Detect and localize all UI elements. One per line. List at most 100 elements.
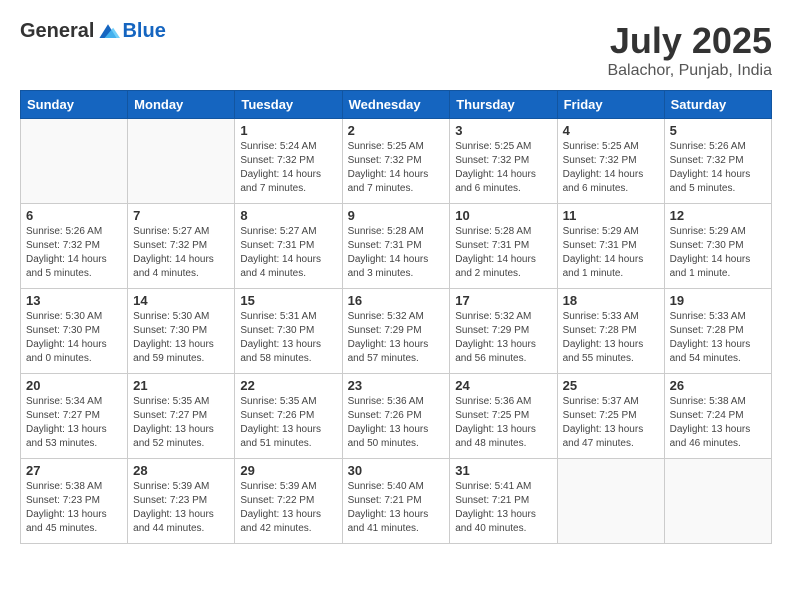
logo-icon (96, 22, 120, 42)
day-info: Sunrise: 5:30 AMSunset: 7:30 PMDaylight:… (133, 310, 229, 366)
day-info: Sunrise: 5:28 AMSunset: 7:31 PMDaylight:… (455, 225, 551, 281)
day-number: 4 (563, 123, 659, 138)
day-number: 30 (348, 463, 445, 478)
day-info: Sunrise: 5:32 AMSunset: 7:29 PMDaylight:… (455, 310, 551, 366)
day-info: Sunrise: 5:33 AMSunset: 7:28 PMDaylight:… (670, 310, 766, 366)
calendar-cell: 29Sunrise: 5:39 AMSunset: 7:22 PMDayligh… (235, 459, 342, 544)
calendar-cell: 13 Sunrise: 5:30 AMSunset: 7:30 PMDayligh… (21, 289, 128, 374)
day-number: 21 (133, 378, 229, 393)
day-info: Sunrise: 5:37 AMSunset: 7:25 PMDaylight:… (563, 395, 659, 451)
day-info: Sunrise: 5:26 AMSunset: 7:32 PMDaylight:… (26, 225, 122, 281)
calendar-cell: 5Sunrise: 5:26 AMSunset: 7:32 PMDaylight… (664, 119, 771, 204)
day-info: Sunrise: 5:36 AMSunset: 7:25 PMDaylight:… (455, 395, 551, 451)
calendar-cell: 20 Sunrise: 5:34 AMSunset: 7:27 PMDayligh… (21, 374, 128, 459)
calendar-cell: 12Sunrise: 5:29 AMSunset: 7:30 PMDayligh… (664, 204, 771, 289)
week-row-3: 13 Sunrise: 5:30 AMSunset: 7:30 PMDayligh… (21, 289, 772, 374)
calendar-cell: 26 Sunrise: 5:38 AMSunset: 7:24 PMDayligh… (664, 374, 771, 459)
calendar-cell (128, 119, 235, 204)
day-number: 19 (670, 293, 766, 308)
logo-text-blue: Blue (122, 20, 165, 43)
day-info: Sunrise: 5:35 AMSunset: 7:27 PMDaylight:… (133, 395, 229, 451)
calendar-cell (664, 459, 771, 544)
day-number: 6 (26, 208, 122, 223)
calendar-cell: 14 Sunrise: 5:30 AMSunset: 7:30 PMDayligh… (128, 289, 235, 374)
day-number: 22 (240, 378, 336, 393)
day-info: Sunrise: 5:29 AMSunset: 7:31 PMDaylight:… (563, 225, 659, 281)
calendar-cell: 11 Sunrise: 5:29 AMSunset: 7:31 PMDayligh… (557, 204, 664, 289)
day-number: 9 (348, 208, 445, 223)
day-number: 17 (455, 293, 551, 308)
day-info: Sunrise: 5:24 AMSunset: 7:32 PMDaylight:… (240, 140, 336, 196)
day-number: 25 (563, 378, 659, 393)
calendar-cell: 21 Sunrise: 5:35 AMSunset: 7:27 PMDayligh… (128, 374, 235, 459)
week-row-5: 27Sunrise: 5:38 AMSunset: 7:23 PMDayligh… (21, 459, 772, 544)
calendar-cell: 28Sunrise: 5:39 AMSunset: 7:23 PMDayligh… (128, 459, 235, 544)
calendar-cell: 24 Sunrise: 5:36 AMSunset: 7:25 PMDayligh… (450, 374, 557, 459)
page-header: General Blue July 2025 Balachor, Punjab,… (20, 20, 772, 80)
calendar-cell: 22Sunrise: 5:35 AMSunset: 7:26 PMDayligh… (235, 374, 342, 459)
day-info: Sunrise: 5:27 AMSunset: 7:32 PMDaylight:… (133, 225, 229, 281)
week-row-2: 6 Sunrise: 5:26 AMSunset: 7:32 PMDaylight… (21, 204, 772, 289)
day-number: 14 (133, 293, 229, 308)
day-number: 24 (455, 378, 551, 393)
calendar-cell: 15Sunrise: 5:31 AMSunset: 7:30 PMDayligh… (235, 289, 342, 374)
calendar-cell: 1 Sunrise: 5:24 AMSunset: 7:32 PMDaylight… (235, 119, 342, 204)
location-title: Balachor, Punjab, India (607, 62, 772, 80)
column-header-sunday: Sunday (21, 91, 128, 119)
calendar-cell: 18 Sunrise: 5:33 AMSunset: 7:28 PMDayligh… (557, 289, 664, 374)
day-number: 20 (26, 378, 122, 393)
logo-text-general: General (20, 20, 94, 43)
day-number: 28 (133, 463, 229, 478)
day-info: Sunrise: 5:40 AMSunset: 7:21 PMDaylight:… (348, 480, 445, 536)
calendar-cell: 23 Sunrise: 5:36 AMSunset: 7:26 PMDayligh… (342, 374, 450, 459)
day-info: Sunrise: 5:32 AMSunset: 7:29 PMDaylight:… (348, 310, 445, 366)
calendar-cell (557, 459, 664, 544)
day-info: Sunrise: 5:25 AMSunset: 7:32 PMDaylight:… (563, 140, 659, 196)
day-info: Sunrise: 5:27 AMSunset: 7:31 PMDaylight:… (240, 225, 336, 281)
day-number: 18 (563, 293, 659, 308)
calendar-cell: 6 Sunrise: 5:26 AMSunset: 7:32 PMDaylight… (21, 204, 128, 289)
day-info: Sunrise: 5:34 AMSunset: 7:27 PMDaylight:… (26, 395, 122, 451)
calendar-cell: 16 Sunrise: 5:32 AMSunset: 7:29 PMDayligh… (342, 289, 450, 374)
column-header-thursday: Thursday (450, 91, 557, 119)
calendar-cell: 9 Sunrise: 5:28 AMSunset: 7:31 PMDaylight… (342, 204, 450, 289)
column-header-monday: Monday (128, 91, 235, 119)
day-info: Sunrise: 5:38 AMSunset: 7:24 PMDaylight:… (670, 395, 766, 451)
day-info: Sunrise: 5:33 AMSunset: 7:28 PMDaylight:… (563, 310, 659, 366)
day-number: 26 (670, 378, 766, 393)
day-number: 3 (455, 123, 551, 138)
calendar-cell: 2 Sunrise: 5:25 AMSunset: 7:32 PMDaylight… (342, 119, 450, 204)
day-number: 13 (26, 293, 122, 308)
day-number: 15 (240, 293, 336, 308)
column-header-saturday: Saturday (664, 91, 771, 119)
day-number: 16 (348, 293, 445, 308)
column-header-friday: Friday (557, 91, 664, 119)
day-info: Sunrise: 5:28 AMSunset: 7:31 PMDaylight:… (348, 225, 445, 281)
day-number: 23 (348, 378, 445, 393)
day-number: 29 (240, 463, 336, 478)
day-info: Sunrise: 5:25 AMSunset: 7:32 PMDaylight:… (455, 140, 551, 196)
day-info: Sunrise: 5:30 AMSunset: 7:30 PMDaylight:… (26, 310, 122, 366)
column-header-wednesday: Wednesday (342, 91, 450, 119)
day-info: Sunrise: 5:41 AMSunset: 7:21 PMDaylight:… (455, 480, 551, 536)
day-number: 11 (563, 208, 659, 223)
calendar-cell: 8Sunrise: 5:27 AMSunset: 7:31 PMDaylight… (235, 204, 342, 289)
title-block: July 2025 Balachor, Punjab, India (607, 20, 772, 80)
week-row-4: 20 Sunrise: 5:34 AMSunset: 7:27 PMDayligh… (21, 374, 772, 459)
day-number: 2 (348, 123, 445, 138)
day-number: 12 (670, 208, 766, 223)
calendar-table: SundayMondayTuesdayWednesdayThursdayFrid… (20, 90, 772, 544)
calendar-cell: 27Sunrise: 5:38 AMSunset: 7:23 PMDayligh… (21, 459, 128, 544)
calendar-cell: 25 Sunrise: 5:37 AMSunset: 7:25 PMDayligh… (557, 374, 664, 459)
calendar-cell: 30 Sunrise: 5:40 AMSunset: 7:21 PMDayligh… (342, 459, 450, 544)
day-number: 1 (240, 123, 336, 138)
calendar-header-row: SundayMondayTuesdayWednesdayThursdayFrid… (21, 91, 772, 119)
day-info: Sunrise: 5:36 AMSunset: 7:26 PMDaylight:… (348, 395, 445, 451)
calendar-cell: 4 Sunrise: 5:25 AMSunset: 7:32 PMDaylight… (557, 119, 664, 204)
day-info: Sunrise: 5:25 AMSunset: 7:32 PMDaylight:… (348, 140, 445, 196)
calendar-cell: 31 Sunrise: 5:41 AMSunset: 7:21 PMDayligh… (450, 459, 557, 544)
calendar-cell: 19 Sunrise: 5:33 AMSunset: 7:28 PMDayligh… (664, 289, 771, 374)
day-number: 31 (455, 463, 551, 478)
calendar-cell (21, 119, 128, 204)
calendar-cell: 3 Sunrise: 5:25 AMSunset: 7:32 PMDaylight… (450, 119, 557, 204)
